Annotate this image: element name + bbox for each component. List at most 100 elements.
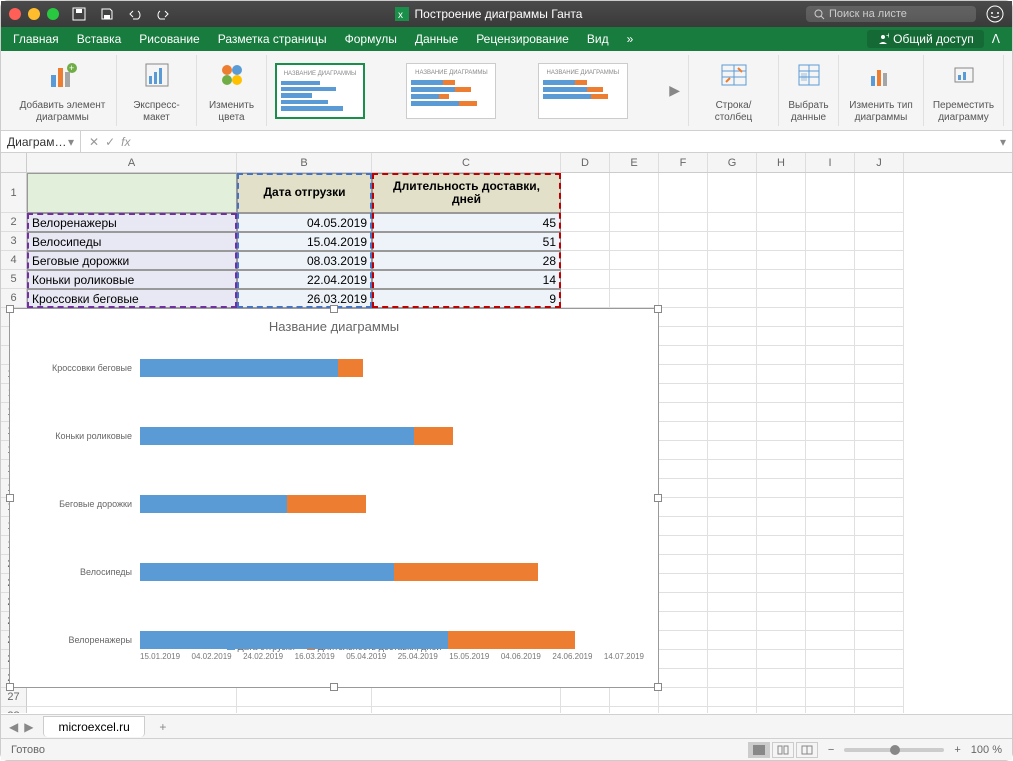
column-header[interactable]: J [855, 153, 904, 172]
row-header[interactable]: 2 [1, 213, 27, 232]
cell[interactable] [855, 669, 904, 688]
cell[interactable]: 26.03.2019 [237, 289, 372, 308]
cell[interactable] [659, 232, 708, 251]
cell[interactable] [757, 422, 806, 441]
cell[interactable] [610, 213, 659, 232]
normal-view-button[interactable] [748, 742, 770, 758]
tab-layout[interactable]: Разметка страницы [218, 32, 327, 46]
cell[interactable]: Дата отгрузки [237, 173, 372, 213]
cell[interactable] [659, 384, 708, 403]
cell[interactable] [855, 536, 904, 555]
cell[interactable] [855, 707, 904, 713]
cell[interactable] [855, 346, 904, 365]
cell[interactable] [708, 517, 757, 536]
cell[interactable] [806, 650, 855, 669]
cell[interactable] [659, 574, 708, 593]
cell[interactable] [806, 574, 855, 593]
column-header[interactable]: E [610, 153, 659, 172]
cell[interactable] [708, 441, 757, 460]
cell[interactable] [561, 173, 610, 213]
cell[interactable] [855, 173, 904, 213]
move-chart-button[interactable]: Переместить диаграмму [924, 55, 1004, 126]
sheet-tab[interactable]: microexcel.ru [43, 716, 144, 737]
cell[interactable] [855, 555, 904, 574]
cell[interactable] [757, 403, 806, 422]
chart-bar-segment[interactable] [140, 495, 287, 513]
cell[interactable] [855, 327, 904, 346]
cell[interactable] [757, 669, 806, 688]
cell[interactable] [708, 669, 757, 688]
cell[interactable] [708, 270, 757, 289]
share-button[interactable]: + Общий доступ [867, 30, 984, 48]
cell[interactable] [708, 251, 757, 270]
cell[interactable] [708, 650, 757, 669]
redo-icon[interactable] [155, 6, 171, 22]
cell[interactable] [372, 707, 561, 713]
autosave-icon[interactable] [71, 6, 87, 22]
cell[interactable] [855, 251, 904, 270]
cell[interactable] [659, 346, 708, 365]
cell[interactable] [708, 232, 757, 251]
cell[interactable] [659, 593, 708, 612]
cell[interactable] [659, 289, 708, 308]
cell[interactable] [757, 574, 806, 593]
cell[interactable] [806, 365, 855, 384]
tab-insert[interactable]: Вставка [77, 32, 122, 46]
resize-handle[interactable] [654, 305, 662, 313]
cell[interactable] [757, 384, 806, 403]
row-header[interactable]: 1 [1, 173, 27, 213]
cell[interactable]: 04.05.2019 [237, 213, 372, 232]
cell[interactable] [659, 498, 708, 517]
cell[interactable] [806, 555, 855, 574]
zoom-in-button[interactable]: + [954, 744, 960, 756]
cell[interactable] [806, 688, 855, 707]
cell[interactable] [610, 707, 659, 713]
chart-style-1[interactable]: НАЗВАНИЕ ДИАГРАММЫ [275, 63, 365, 119]
cell[interactable]: 08.03.2019 [237, 251, 372, 270]
add-chart-element-button[interactable]: + Добавить элемент диаграммы [9, 55, 117, 126]
chart-bar-segment[interactable] [287, 495, 366, 513]
fx-icon[interactable]: fx [121, 135, 130, 149]
quick-layout-button[interactable]: Экспресс-макет [117, 55, 197, 126]
close-icon[interactable] [9, 8, 21, 20]
cell[interactable] [806, 479, 855, 498]
resize-handle[interactable] [330, 305, 338, 313]
cell[interactable] [659, 251, 708, 270]
cell[interactable] [757, 289, 806, 308]
zoom-level[interactable]: 100 % [971, 744, 1002, 756]
cell[interactable] [757, 251, 806, 270]
chart-bar-segment[interactable] [140, 563, 394, 581]
cell[interactable]: Кроссовки беговые [27, 289, 237, 308]
cell[interactable] [708, 460, 757, 479]
cell[interactable] [708, 555, 757, 574]
resize-handle[interactable] [654, 683, 662, 691]
cell[interactable] [659, 479, 708, 498]
cell[interactable] [855, 593, 904, 612]
cell[interactable]: 45 [372, 213, 561, 232]
switch-rowcol-button[interactable]: Строка/столбец [689, 55, 779, 126]
cell[interactable] [806, 270, 855, 289]
cell[interactable] [806, 422, 855, 441]
row-header[interactable]: 4 [1, 251, 27, 270]
cell[interactable] [806, 346, 855, 365]
cell[interactable] [561, 251, 610, 270]
tab-draw[interactable]: Рисование [139, 32, 199, 46]
cell[interactable] [855, 498, 904, 517]
cell[interactable]: 14 [372, 270, 561, 289]
cell[interactable] [855, 403, 904, 422]
chart-bar-segment[interactable] [448, 631, 575, 649]
cell[interactable] [757, 688, 806, 707]
cell[interactable] [372, 688, 561, 707]
chart-object[interactable]: Название диаграммы Кроссовки беговыеКонь… [9, 308, 659, 688]
cell[interactable] [806, 213, 855, 232]
cell[interactable]: Беговые дорожки [27, 251, 237, 270]
cell[interactable] [708, 688, 757, 707]
cell[interactable] [757, 365, 806, 384]
tab-data[interactable]: Данные [415, 32, 458, 46]
cell[interactable] [659, 707, 708, 713]
zoom-slider[interactable] [844, 748, 944, 752]
chart-plot-area[interactable]: Кроссовки беговыеКоньки роликовыеБеговые… [20, 340, 648, 640]
row-header[interactable]: 28 [1, 707, 27, 713]
cell[interactable] [708, 593, 757, 612]
cell[interactable] [855, 631, 904, 650]
